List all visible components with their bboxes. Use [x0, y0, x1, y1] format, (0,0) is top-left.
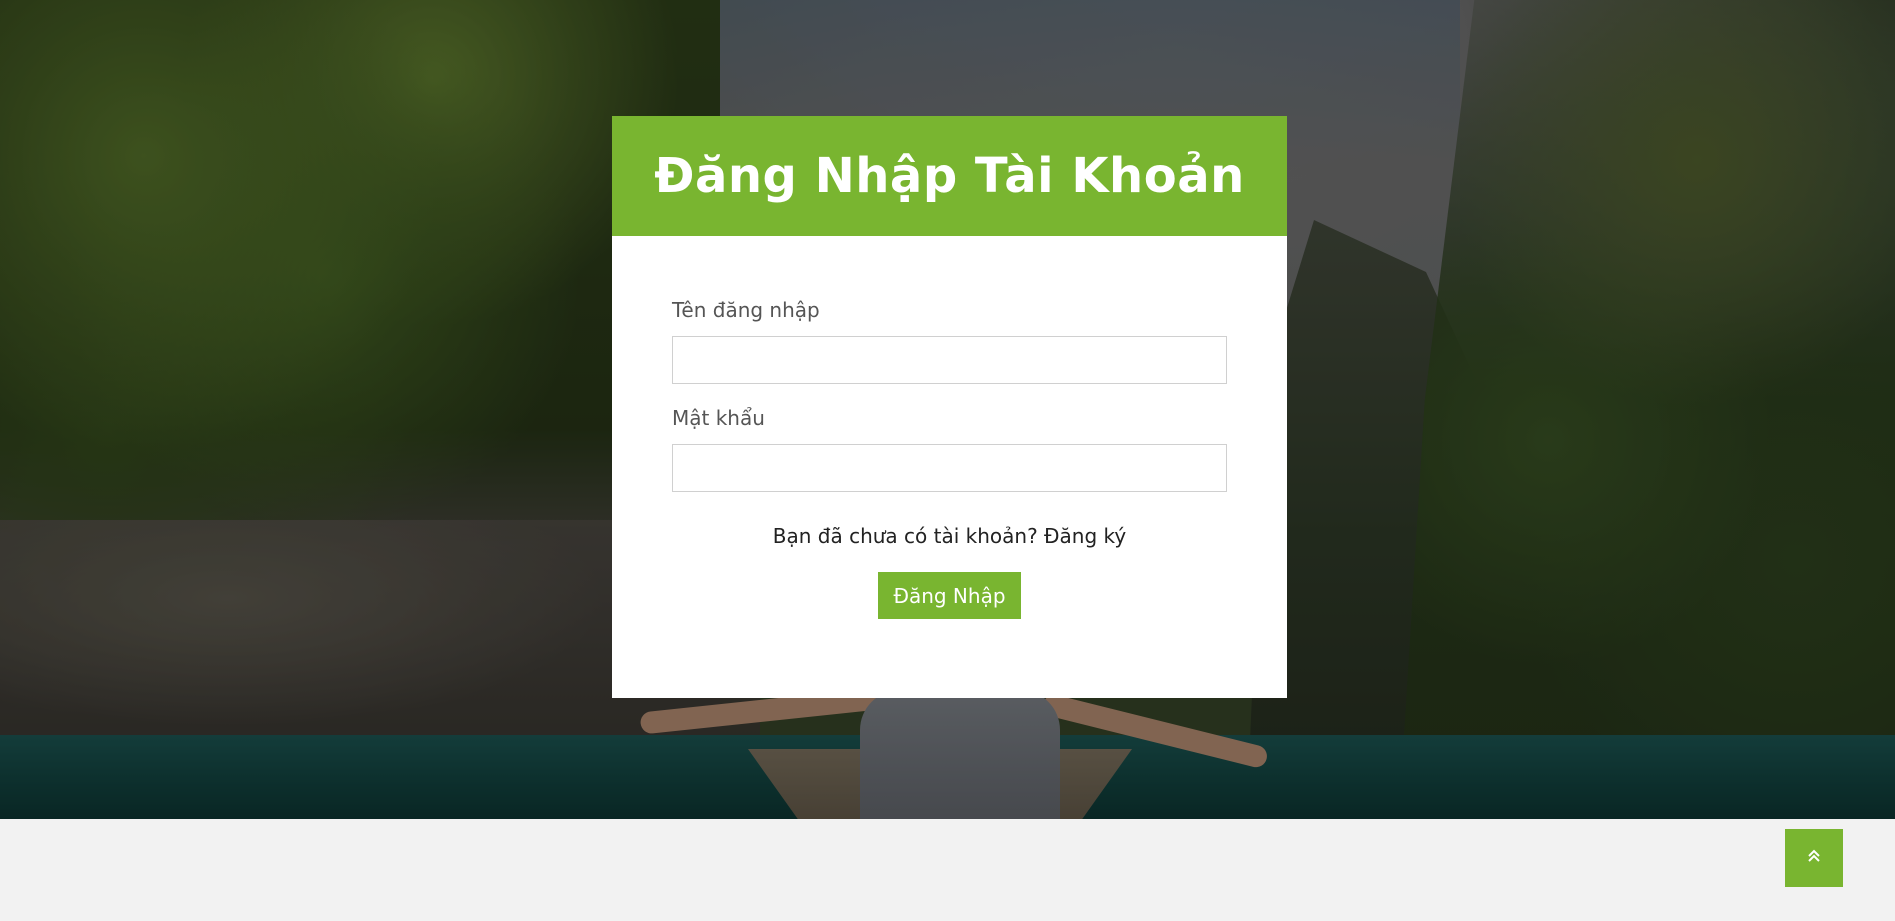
login-card: Đăng Nhập Tài Khoản Tên đăng nhập Mật kh… — [612, 116, 1287, 698]
register-prompt-text: Bạn đã chưa có tài khoản? — [772, 524, 1038, 548]
login-button[interactable]: Đăng Nhập — [878, 572, 1021, 619]
username-input[interactable] — [672, 336, 1227, 384]
username-label: Tên đăng nhập — [672, 298, 820, 322]
password-input[interactable] — [672, 444, 1227, 492]
double-chevron-up-icon — [1805, 847, 1823, 870]
register-link[interactable]: Đăng ký — [1044, 524, 1126, 548]
login-form: Tên đăng nhập Mật khẩu Bạn đã chưa có tà… — [612, 236, 1287, 619]
login-card-header: Đăng Nhập Tài Khoản — [612, 116, 1287, 236]
back-to-top-button[interactable] — [1785, 829, 1843, 887]
password-group: Mật khẩu — [672, 406, 1227, 492]
login-title: Đăng Nhập Tài Khoản — [654, 148, 1245, 204]
register-prompt-line: Bạn đã chưa có tài khoản? Đăng ký — [672, 524, 1227, 548]
username-group: Tên đăng nhập — [672, 298, 1227, 384]
submit-row: Đăng Nhập — [672, 572, 1227, 619]
password-label: Mật khẩu — [672, 406, 765, 430]
